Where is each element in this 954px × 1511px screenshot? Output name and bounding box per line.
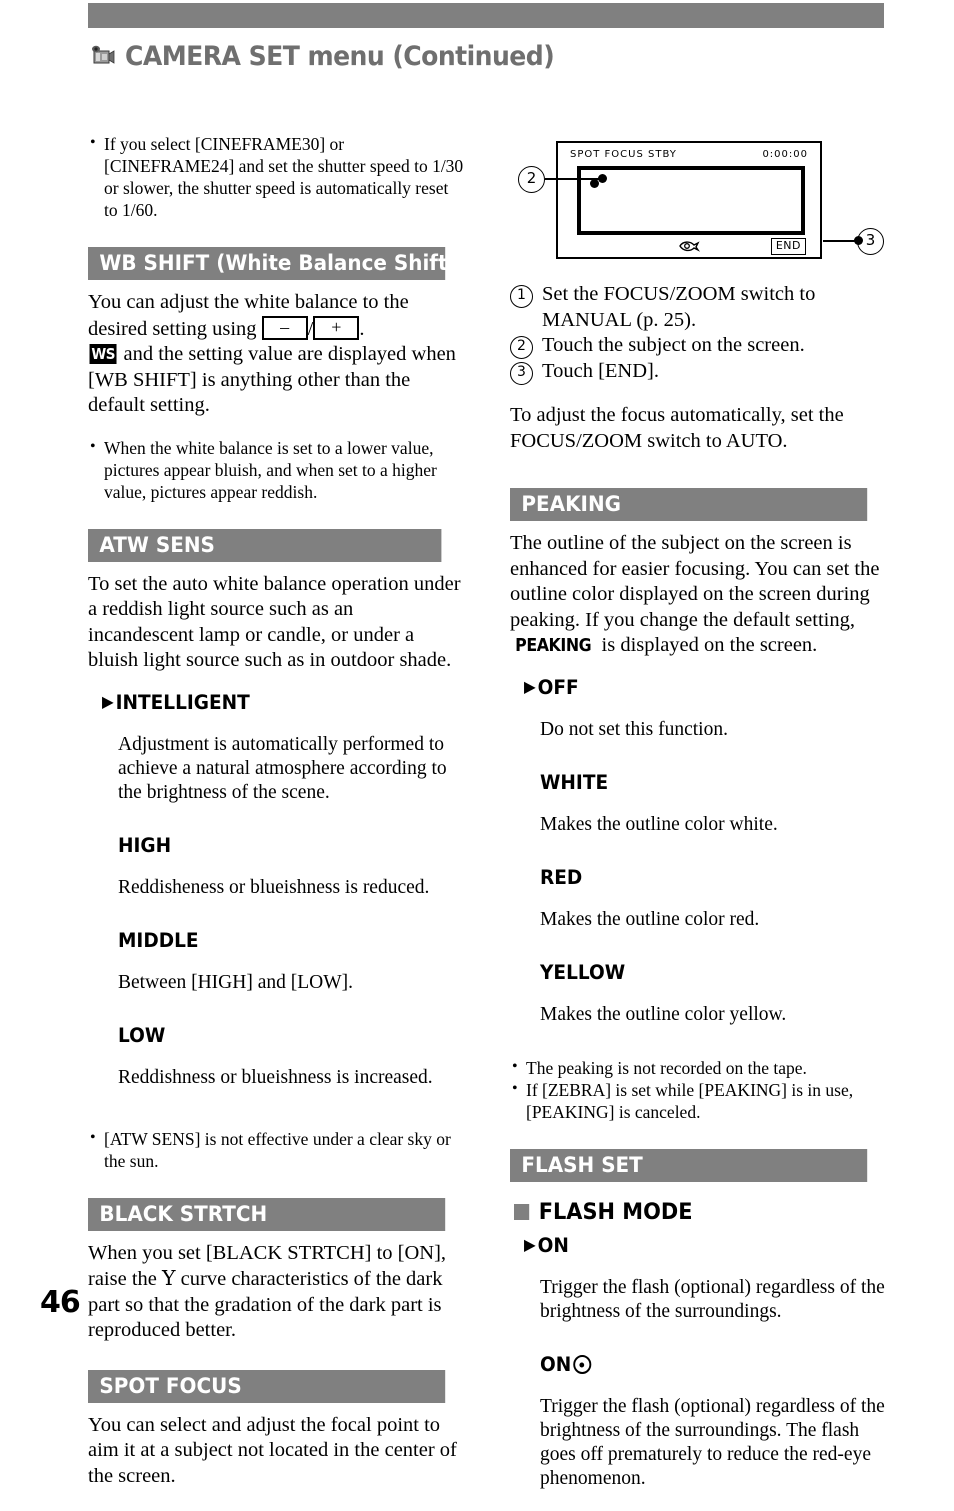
default-marker-icon: ▶ — [524, 1234, 536, 1254]
step-item: 1 Set the FOCUS/ZOOM switch to MANUAL (p.… — [510, 282, 886, 333]
option-high[interactable]: HIGH — [118, 833, 447, 857]
gamma-symbol: Υ — [162, 1266, 176, 1290]
option-middle[interactable]: MIDDLE — [118, 928, 447, 952]
option-yellow[interactable]: YELLOW — [540, 960, 869, 984]
option-white-desc: Makes the outline color white. — [540, 814, 778, 835]
option-red-desc: Makes the outline color red. — [540, 909, 760, 930]
section-heading-atw-sens: ATW SENS — [88, 528, 442, 562]
peaking-text-1: The outline of the subject on the screen… — [510, 532, 880, 631]
option-label: WHITE — [540, 770, 609, 794]
default-marker-icon: ▶ — [102, 691, 114, 711]
section-heading-flash-set: FLASH SET — [510, 1148, 868, 1182]
option-intelligent-desc: Adjustment is automatically performed to… — [118, 734, 447, 803]
peaking-body: The outline of the subject on the screen… — [510, 531, 886, 659]
callout-marker-2: 2 — [518, 166, 545, 193]
option-low[interactable]: LOW — [118, 1023, 447, 1047]
step-text: Set the FOCUS/ZOOM switch to MANUAL (p. … — [542, 283, 816, 331]
option-flash-on[interactable]: ▶ ON — [524, 1233, 868, 1257]
section-heading-wb-shift: WB SHIFT (White Balance Shift) — [88, 247, 457, 280]
option-label: MIDDLE — [118, 928, 199, 952]
peaking-badge-icon: PEAKING — [515, 635, 592, 656]
subsection-flash-mode: FLASH MODE — [514, 1200, 867, 1225]
document-page: CAMERA SET menu (Continued) If you selec… — [0, 0, 954, 1489]
callout-point-3 — [854, 236, 863, 245]
running-head: CAMERA SET menu (Continued) — [88, 36, 888, 76]
spot-focus-screen-diagram: SPOT FOCUS STBY 0:00:00 END 2 3 — [510, 133, 886, 268]
option-label: ON — [537, 1233, 569, 1257]
option-high-desc: Reddisheness or blueishness is reduced. — [118, 877, 430, 898]
option-intelligent[interactable]: ▶ INTELLIGENT — [102, 690, 446, 714]
spot-focus-icon — [678, 239, 701, 253]
wb-shift-text-3: and the setting value are displayed when… — [88, 343, 456, 416]
camcorder-icon — [88, 45, 116, 67]
peaking-text-2: is displayed on the screen. — [596, 634, 818, 656]
atw-sens-body: To set the auto white balance operation … — [88, 572, 461, 672]
wb-shift-note: When the white balance is set to a lower… — [88, 436, 464, 503]
minus-key-icon[interactable]: – — [261, 315, 308, 340]
step-item: 3 Touch [END]. — [510, 359, 886, 385]
option-white[interactable]: WHITE — [540, 770, 869, 794]
option-label: HIGH — [118, 833, 172, 857]
peaking-note-2: If [ZEBRA] is set while [PEAKING] is in … — [510, 1078, 886, 1123]
option-low-desc: Reddishness or blueishness is increased. — [118, 1067, 433, 1088]
atw-sens-note: [ATW SENS] is not effective under a clea… — [88, 1127, 464, 1172]
option-flash-on-desc: Trigger the flash (optional) regardless … — [540, 1277, 885, 1322]
square-bullet-icon — [514, 1204, 530, 1220]
option-middle-desc: Between [HIGH] and [LOW]. — [118, 972, 353, 993]
lcd-screen: SPOT FOCUS STBY 0:00:00 END — [556, 141, 822, 259]
end-button[interactable]: END — [770, 238, 806, 255]
ws-badge-icon: WS — [89, 344, 117, 364]
step-text: Touch the subject on the screen. — [542, 334, 805, 356]
lcd-timecode: 0:00:00 — [762, 149, 808, 160]
default-marker-icon: ▶ — [524, 676, 536, 696]
plus-key-icon[interactable]: + — [313, 315, 360, 340]
step-number: 2 — [510, 336, 533, 359]
wb-shift-body: You can adjust the white balance to the … — [88, 290, 464, 419]
left-column: If you select [CINEFRAME30] or [CINEFRAM… — [88, 132, 464, 1489]
red-eye-icon — [573, 1355, 592, 1374]
section-heading-black-strtch: BLACK STRTCH — [88, 1197, 446, 1231]
option-label: INTELLIGENT — [115, 690, 250, 714]
step-text: Touch [END]. — [542, 360, 659, 382]
option-label: OFF — [537, 675, 579, 699]
callout-point-2 — [598, 174, 607, 183]
option-yellow-desc: Makes the outline color yellow. — [540, 1004, 787, 1025]
spot-focus-body: You can select and adjust the focal poin… — [88, 1413, 457, 1487]
option-label: LOW — [118, 1023, 166, 1047]
black-strtch-body: When you set [BLACK STRTCH] to [ON], rai… — [88, 1241, 464, 1344]
page-number: 46 — [40, 1285, 81, 1320]
step-number: 1 — [510, 285, 533, 308]
option-label: RED — [540, 865, 583, 889]
peaking-note-1: The peaking is not recorded on the tape. — [510, 1056, 886, 1079]
right-column: SPOT FOCUS STBY 0:00:00 END 2 3 1 Set the — [510, 133, 886, 1511]
option-flash-on-redeye-desc: Trigger the flash (optional) regardless … — [540, 1396, 885, 1489]
focus-area-frame — [577, 166, 805, 235]
callout-leader-2 — [545, 178, 603, 180]
option-off-desc: Do not set this function. — [540, 719, 728, 740]
lcd-status-text: SPOT FOCUS STBY — [570, 149, 677, 160]
page-title: CAMERA SET menu (Continued) — [125, 40, 555, 72]
subsection-label: FLASH MODE — [538, 1199, 693, 1225]
after-steps-text: To adjust the focus automatically, set t… — [510, 404, 844, 452]
top-gray-band — [88, 3, 884, 28]
intro-note: If you select [CINEFRAME30] or [CINEFRAM… — [88, 132, 464, 221]
step-item: 2 Touch the subject on the screen. — [510, 333, 886, 359]
option-label: YELLOW — [540, 960, 626, 984]
step-number: 3 — [510, 362, 533, 385]
option-red[interactable]: RED — [540, 865, 869, 889]
section-heading-peaking: PEAKING — [510, 488, 868, 521]
section-heading-spot-focus: SPOT FOCUS — [88, 1369, 446, 1403]
wb-shift-text-2: . — [359, 317, 365, 340]
option-off[interactable]: ▶ OFF — [524, 675, 868, 699]
